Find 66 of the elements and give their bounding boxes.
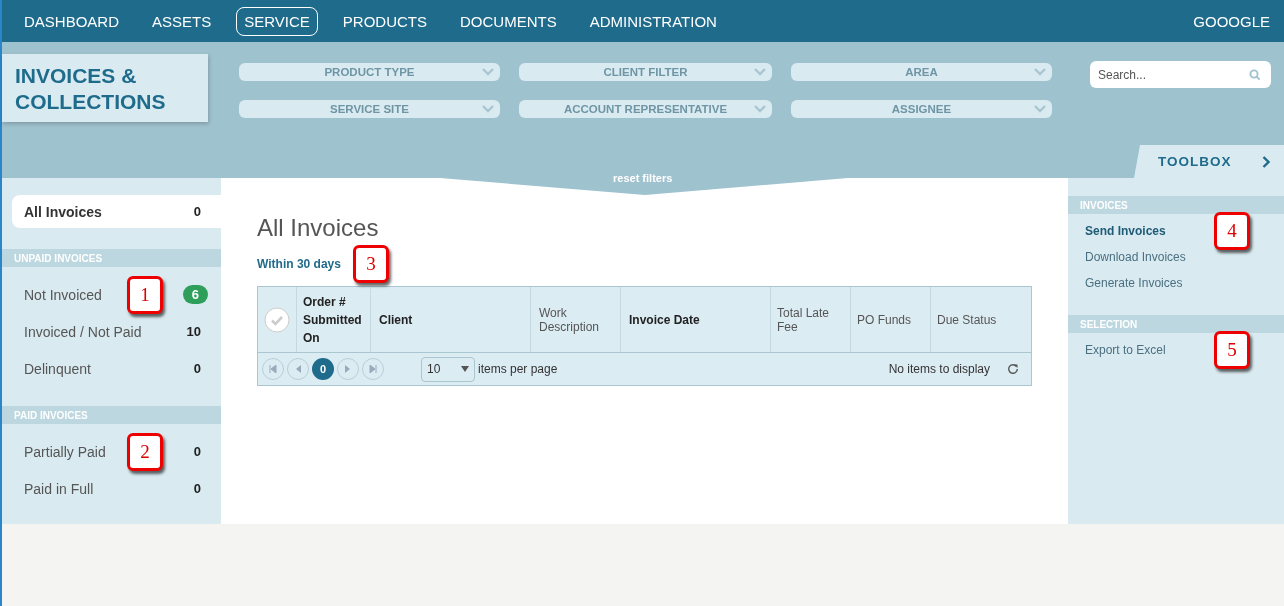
sidebar-item[interactable]: All Invoices 0 <box>12 195 221 228</box>
sidebar-item[interactable]: Paid in Full <box>24 480 94 497</box>
chevron-down-icon <box>1034 68 1046 76</box>
column-header[interactable]: Total Late Fee <box>771 287 851 352</box>
section-header: PAID INVOICES <box>2 406 221 424</box>
count-badge: 6 <box>182 285 208 304</box>
nav-tab[interactable]: ASSETS <box>144 6 220 36</box>
chevron-down-icon <box>482 105 494 113</box>
date-range-link[interactable]: Within 30 days <box>257 257 341 271</box>
chevron-right-icon <box>1261 155 1270 168</box>
content-title: All Invoices <box>257 214 380 242</box>
skip-last-icon <box>369 365 377 373</box>
nav-tab[interactable]: PRODUCTS <box>334 6 435 36</box>
page-title: INVOICES & COLLECTIONS <box>2 54 208 122</box>
callout-number: 5 <box>1214 331 1250 369</box>
count: 0 <box>193 361 201 376</box>
sidebar-item[interactable]: Delinquent <box>24 360 91 377</box>
callout-number: 4 <box>1214 212 1250 250</box>
next-page-button[interactable] <box>337 358 359 380</box>
toolbox-action[interactable]: Send Invoices <box>1085 224 1166 238</box>
page-size-label: items per page <box>478 362 558 376</box>
count: 0 <box>193 444 201 459</box>
search-field[interactable]: Search... <box>1090 61 1271 88</box>
sidebar-item[interactable]: Not Invoiced <box>24 286 102 303</box>
callout-number: 3 <box>352 245 389 283</box>
column-header[interactable]: Order # Submitted On <box>297 287 371 352</box>
toolbox-tab[interactable]: TOOLBOX <box>1134 145 1284 178</box>
column-header[interactable]: Work Description <box>531 287 621 352</box>
select-all-checkbox[interactable] <box>264 306 290 333</box>
chevron-down-icon <box>754 105 766 113</box>
column-header[interactable]: Due Status <box>931 287 1031 352</box>
refresh-icon[interactable] <box>1007 363 1019 375</box>
toolbox-action[interactable]: Generate Invoices <box>1085 276 1183 290</box>
chevron-down-icon <box>754 68 766 76</box>
pager-status: No items to display <box>888 362 990 376</box>
toolbox-action[interactable]: Export to Excel <box>1085 343 1166 357</box>
callout-number: 1 <box>127 275 163 314</box>
nav-tab[interactable]: DASHBOARD <box>16 6 128 36</box>
chevron-down-icon <box>482 68 494 76</box>
callout-number: 2 <box>127 432 163 471</box>
section-header: INVOICES <box>1068 196 1284 214</box>
search-icon <box>1249 69 1261 81</box>
page-size-dropdown[interactable]: 10 <box>421 356 475 382</box>
previous-page-button[interactable] <box>287 358 309 380</box>
nav-tab[interactable]: ADMINISTRATION <box>581 6 725 36</box>
section-header: UNPAID INVOICES <box>2 249 221 267</box>
caret-icon <box>461 366 469 372</box>
count: 10 <box>186 324 201 339</box>
user-name[interactable]: GOOOGLE <box>1193 12 1270 30</box>
column-header[interactable]: Client <box>371 287 531 352</box>
last-page-button[interactable] <box>362 358 384 380</box>
next-icon <box>345 365 351 373</box>
page-button[interactable]: 0 <box>312 358 334 380</box>
sidebar-item[interactable]: Invoiced / Not Paid <box>24 323 142 340</box>
section-header: SELECTION <box>1068 315 1284 333</box>
column-header[interactable]: Invoice Date <box>621 287 771 352</box>
nav-tab[interactable]: DOCUMENTS <box>452 6 565 36</box>
skip-first-icon <box>269 365 277 373</box>
first-page-button[interactable] <box>262 358 284 380</box>
count: 0 <box>193 481 201 496</box>
toolbox-action[interactable]: Download Invoices <box>1085 250 1186 264</box>
nav-tab[interactable]: SERVICE <box>236 6 318 36</box>
column-header[interactable]: PO Funds <box>851 287 931 352</box>
chevron-down-icon <box>1034 105 1046 113</box>
sidebar-item[interactable]: Partially Paid <box>24 443 106 460</box>
previous-icon <box>295 365 301 373</box>
